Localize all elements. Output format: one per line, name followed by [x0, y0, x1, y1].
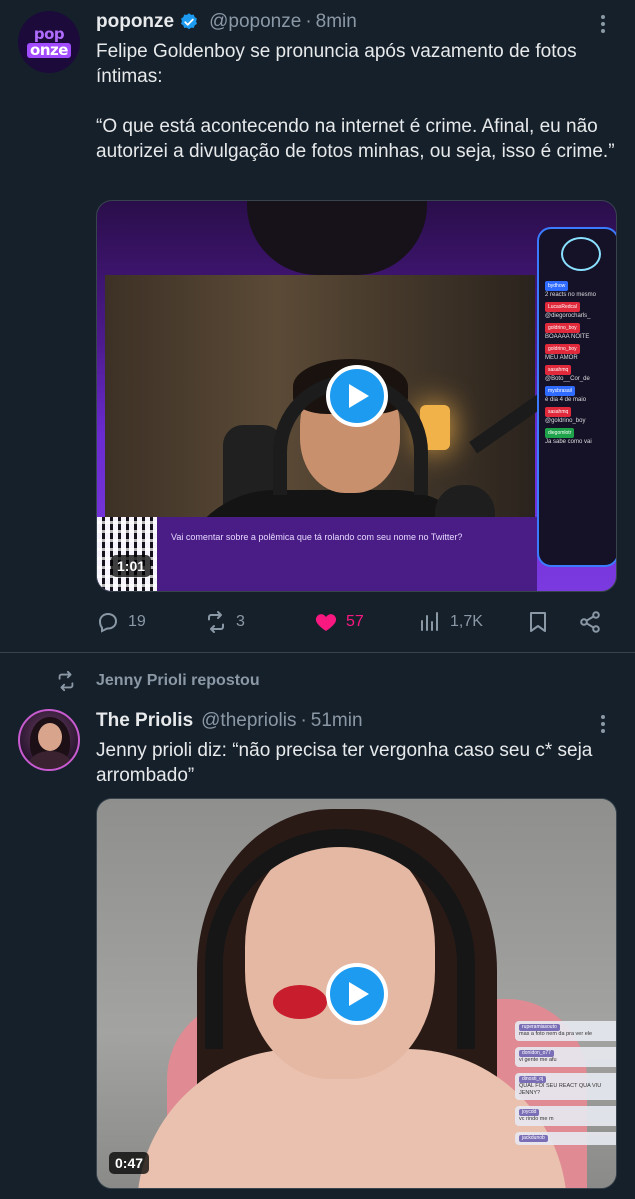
repost-label: Jenny Prioli repostou: [96, 672, 260, 689]
play-button[interactable]: [326, 963, 388, 1025]
tweet-text: Jenny prioli diz: “não precisa ter vergo…: [96, 740, 598, 786]
controller-graphic: [247, 201, 427, 275]
reply-icon: [98, 612, 118, 633]
retweet-icon: [208, 611, 224, 633]
retweet-icon: [58, 670, 74, 692]
views-button[interactable]: 1,7K: [418, 604, 483, 640]
video-duration: 0:47: [109, 1152, 150, 1174]
tweet-video[interactable]: ruperamiasouto mas a foto nem da pra ver …: [96, 798, 617, 1189]
retweet-button[interactable]: 3: [204, 604, 245, 640]
avatar-logo-text: onze: [27, 42, 71, 58]
author-name[interactable]: The Priolis: [96, 710, 193, 732]
video-duration: 1:01: [111, 555, 152, 577]
heart-icon: [315, 614, 337, 631]
avatar[interactable]: pop onze: [18, 11, 80, 73]
repost-indicator[interactable]: Jenny Prioli repostou: [55, 670, 260, 692]
play-icon: [349, 384, 369, 408]
avatar[interactable]: [18, 709, 80, 771]
stream-caption: Vai comentar sobre a polêmica que tá rol…: [157, 517, 537, 591]
play-icon: [349, 982, 369, 1006]
bookmark-button[interactable]: [526, 604, 550, 640]
like-button[interactable]: 57: [314, 604, 364, 640]
tweet[interactable]: pop onze poponze @poponze · 8min Felipe …: [0, 0, 635, 653]
views-icon: [421, 612, 438, 631]
webcam-frame: [105, 275, 551, 590]
tweet-actions: 19 3 57 1,7K: [96, 604, 606, 640]
more-icon[interactable]: [595, 712, 611, 736]
tweet-header: The Priolis @thepriolis · 51min: [96, 708, 363, 734]
share-button[interactable]: [578, 604, 602, 640]
timestamp[interactable]: 8min: [316, 11, 357, 33]
more-icon[interactable]: [595, 12, 611, 36]
chat-logo: [561, 237, 601, 271]
retweet-count: 3: [236, 613, 245, 630]
tweet-text: Felipe Goldenboy se pronuncia após vazam…: [96, 41, 615, 162]
tweet[interactable]: Jenny Prioli repostou The Priolis @thepr…: [0, 654, 635, 1199]
author-handle[interactable]: @thepriolis: [201, 710, 296, 732]
author-handle[interactable]: @poponze: [209, 11, 301, 33]
timestamp[interactable]: 51min: [311, 710, 363, 732]
avatar-logo-text: pop: [33, 24, 65, 43]
tweet-header: poponze @poponze · 8min: [96, 9, 357, 35]
separator-dot: ·: [305, 11, 312, 32]
separator-dot: ·: [300, 710, 307, 731]
play-button[interactable]: [326, 365, 388, 427]
reply-count: 19: [128, 613, 146, 630]
stream-chat: ruperamiasouto mas a foto nem da pra ver …: [515, 1021, 616, 1188]
verified-badge-icon: [181, 13, 198, 30]
reply-button[interactable]: 19: [96, 604, 146, 640]
bookmark-icon: [530, 612, 546, 632]
like-count: 57: [346, 613, 364, 630]
stream-chat: bydhow 2 reacts no mesmo LucasRedcal @dieg…: [537, 227, 616, 567]
views-count: 1,7K: [450, 613, 483, 630]
tweet-video[interactable]: Vai comentar sobre a polêmica que tá rol…: [96, 200, 617, 592]
share-icon: [580, 611, 600, 633]
author-name[interactable]: poponze: [96, 11, 174, 33]
